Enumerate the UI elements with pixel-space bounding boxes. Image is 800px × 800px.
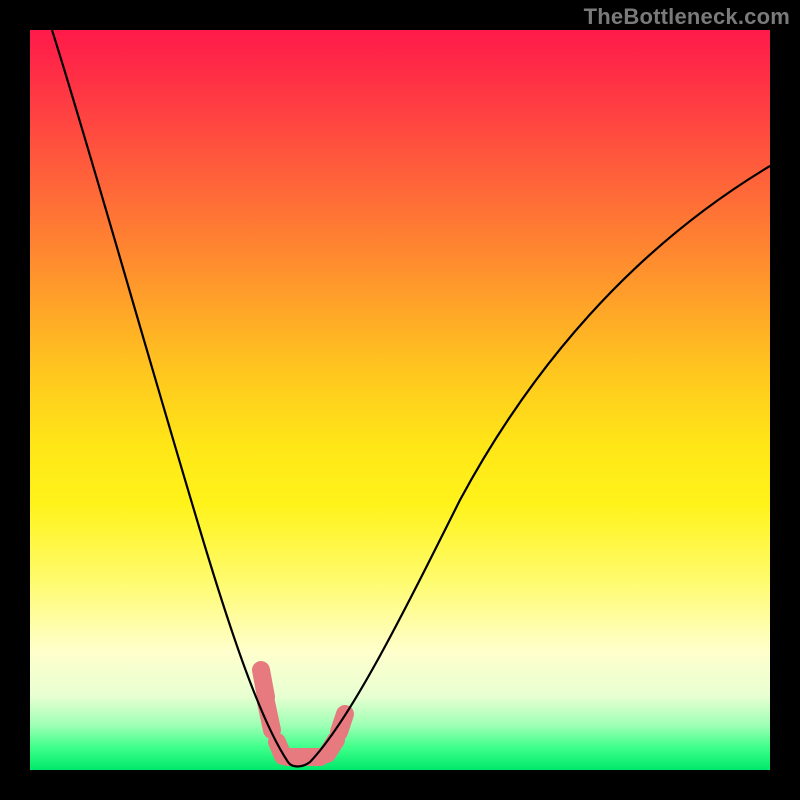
plot-area — [30, 30, 770, 770]
watermark-text: TheBottleneck.com — [584, 4, 790, 30]
curve-svg — [30, 30, 770, 770]
optimal-zone-marker — [261, 670, 345, 757]
bottleneck-curve — [52, 30, 770, 767]
chart-frame: TheBottleneck.com — [0, 0, 800, 800]
